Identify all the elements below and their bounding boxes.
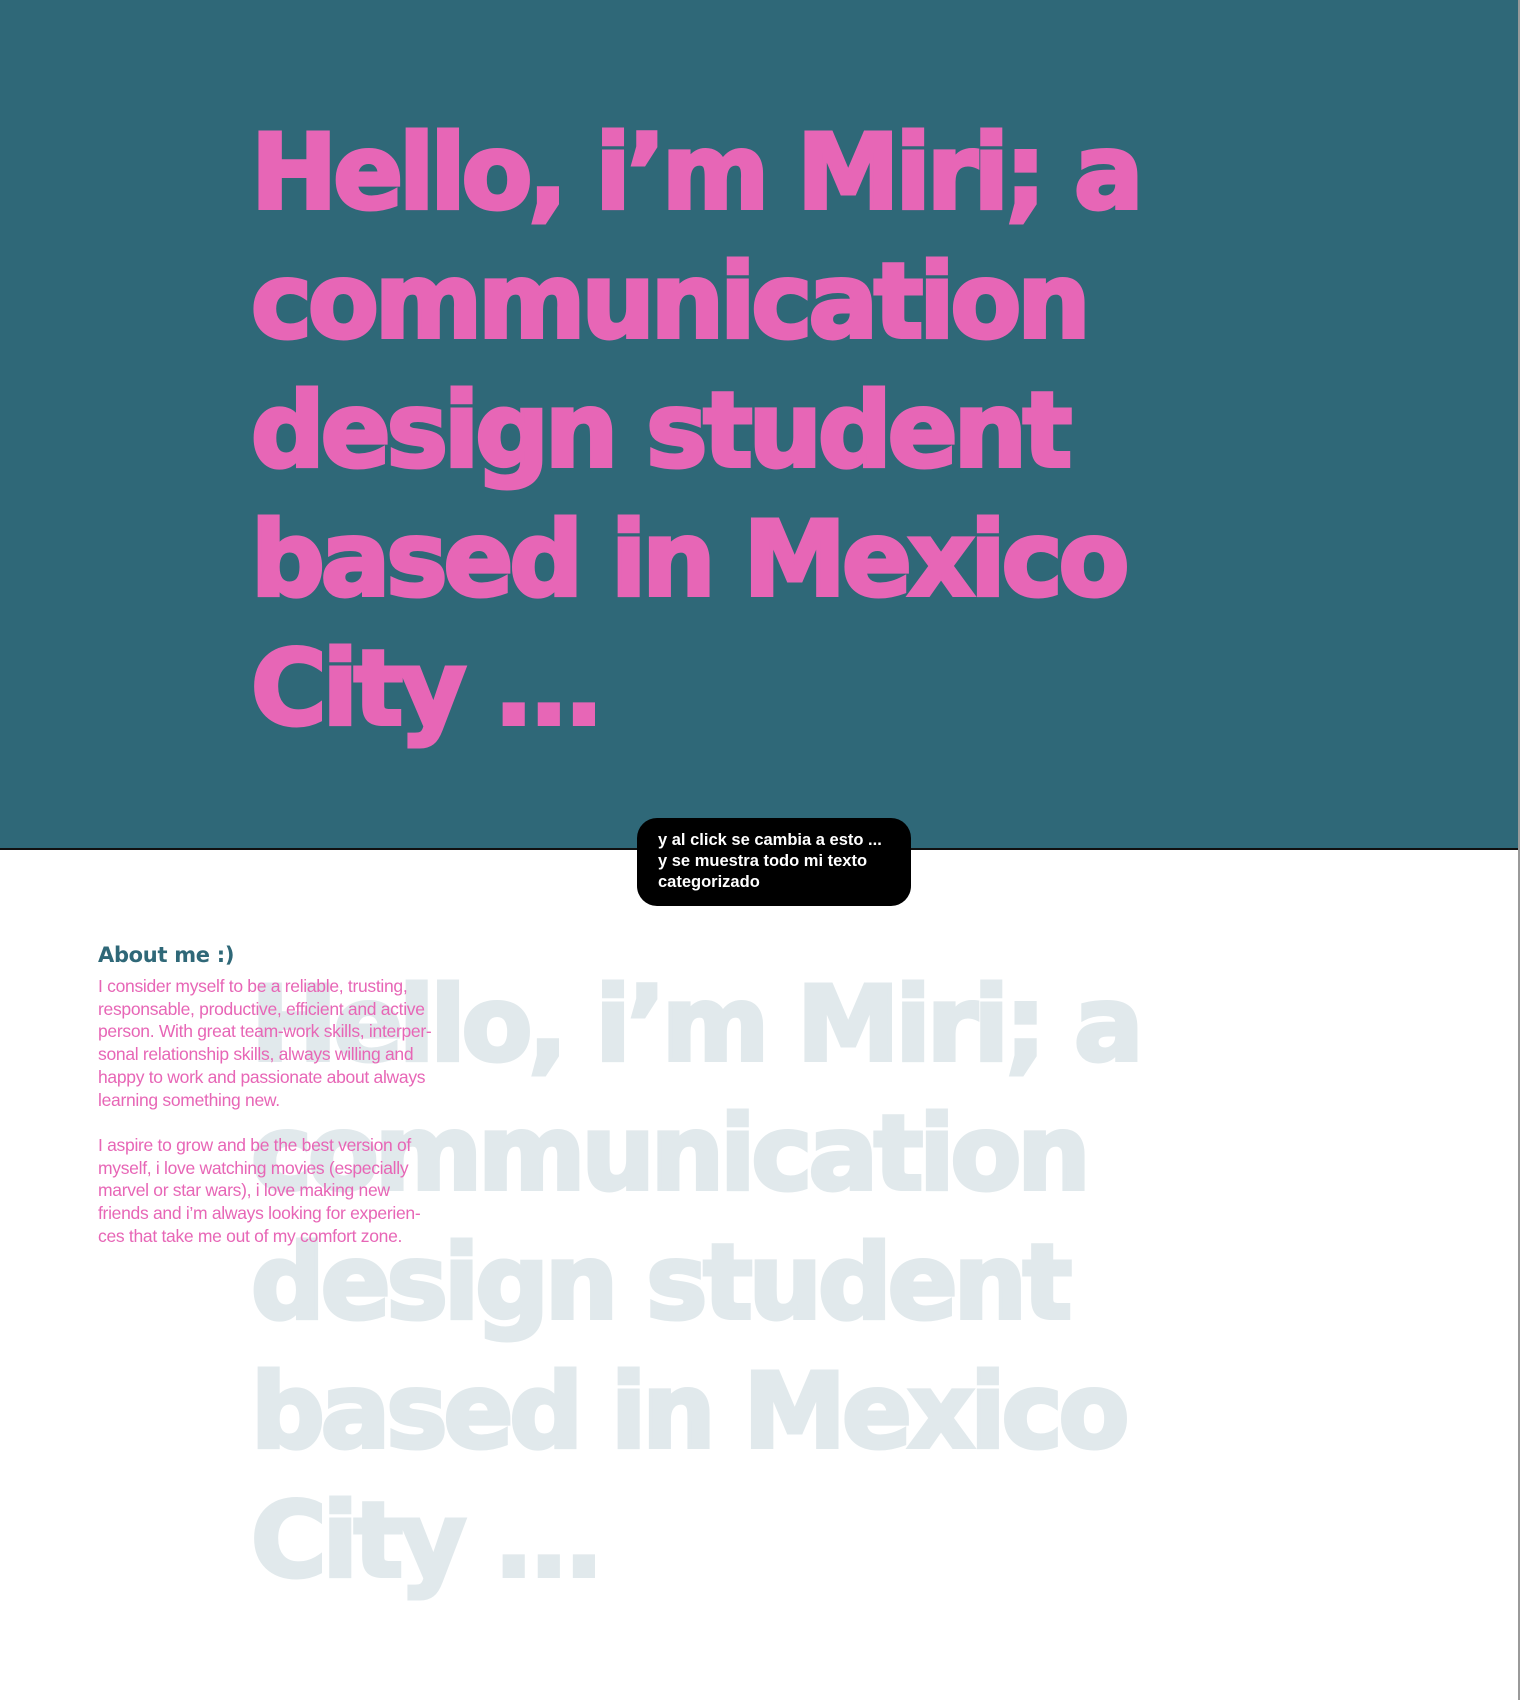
about-title: About me :) <box>98 943 235 967</box>
page-frame: Hello, i’m Miri; a communication design … <box>0 0 1520 1700</box>
annotation-note: y al click se cambia a esto ... y se mue… <box>637 818 911 906</box>
about-section: About me :) I consider myself to be a re… <box>98 943 458 1247</box>
hero-section[interactable]: Hello, i’m Miri; a communication design … <box>0 0 1518 850</box>
hero-headline[interactable]: Hello, i’m Miri; a communication design … <box>249 109 1271 754</box>
about-paragraph: I aspire to grow and be the best version… <box>98 1134 421 1246</box>
about-paragraph: I consider myself to be a reliable, trus… <box>98 976 432 1110</box>
